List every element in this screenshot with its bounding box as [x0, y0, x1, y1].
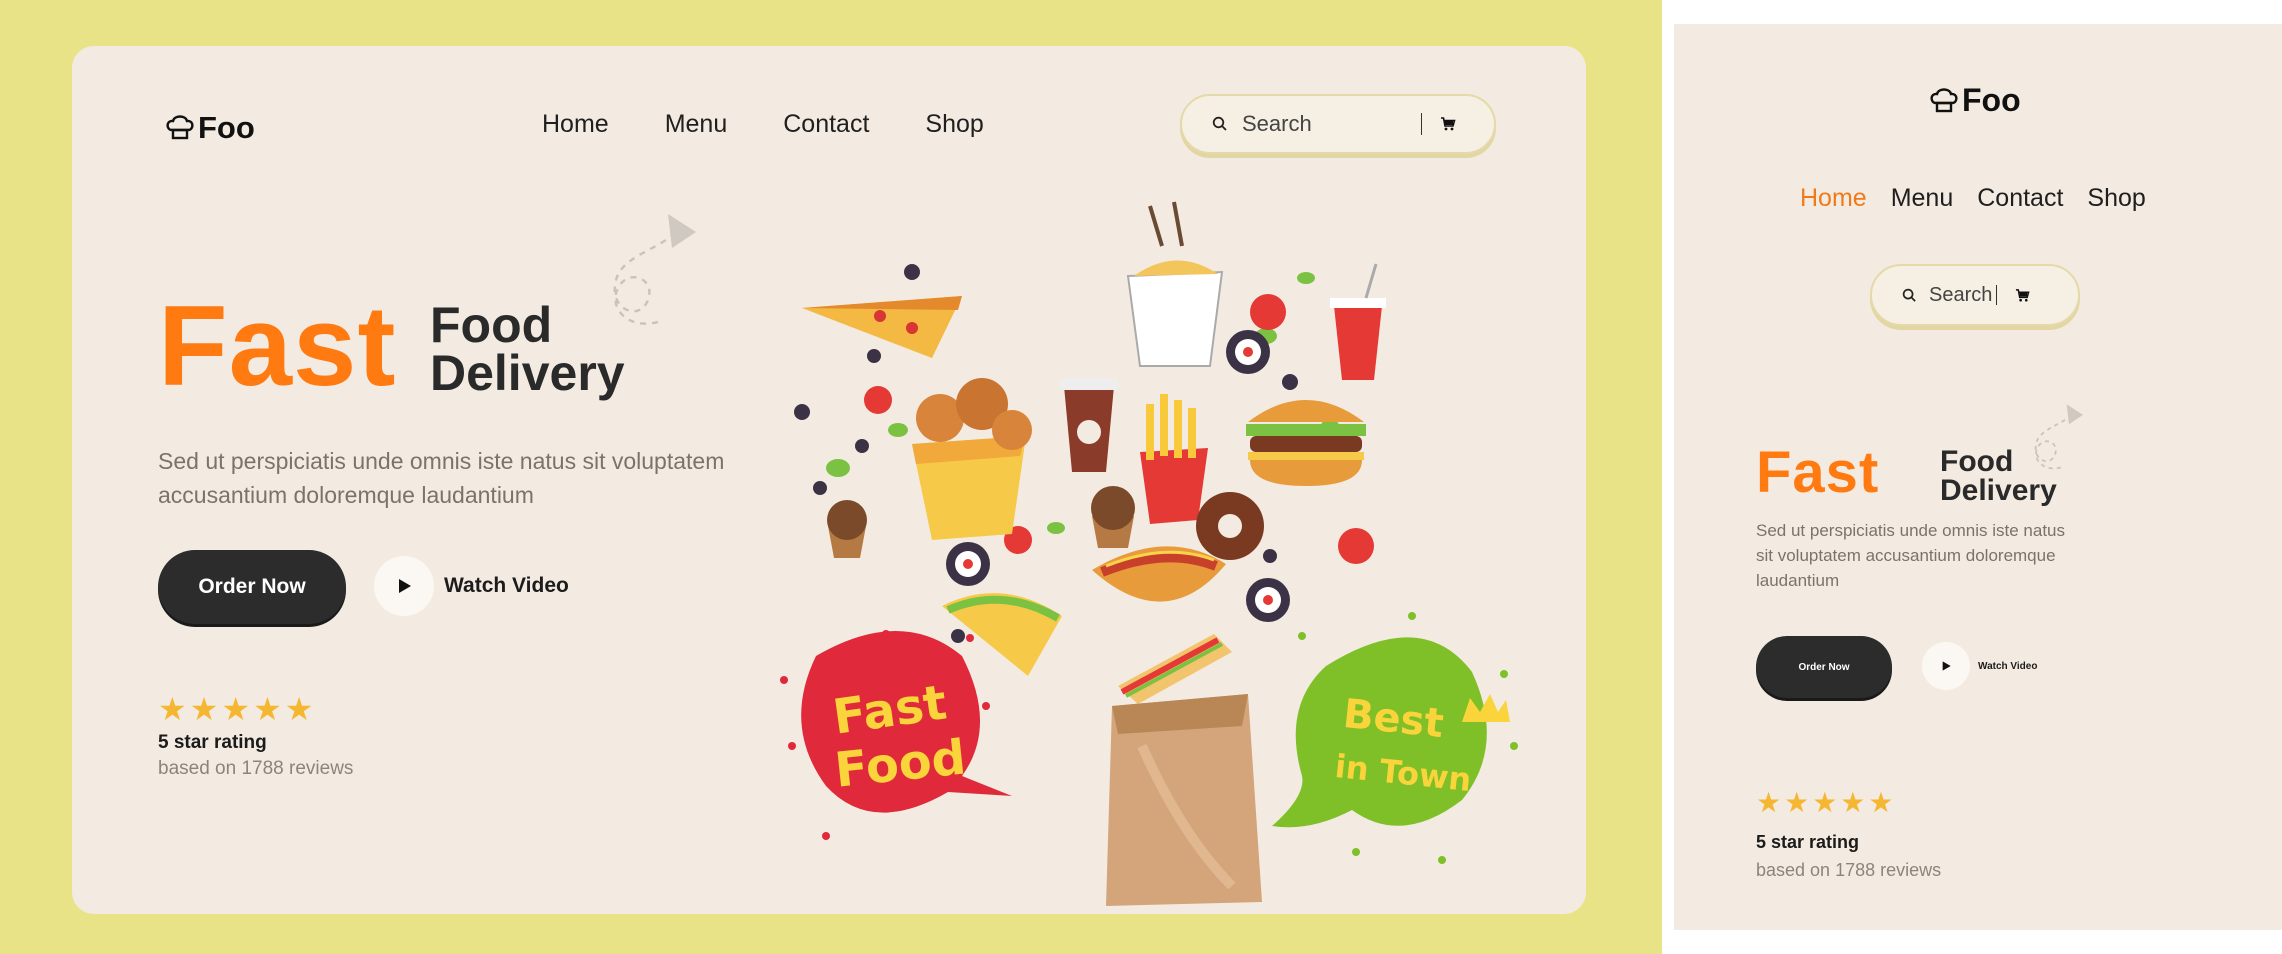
play-button-circle[interactable] — [374, 556, 434, 616]
nav-contact[interactable]: Contact — [783, 110, 869, 139]
mobile-brand-name: Foo — [1962, 82, 2021, 118]
rating-subtitle: based on 1788 reviews — [158, 758, 354, 779]
mobile-watch-video-button[interactable]: Watch Video — [1922, 642, 2037, 690]
mobile-hero-title-food-delivery: Food Delivery — [1940, 445, 2057, 507]
mobile-search-icon — [1902, 288, 1917, 303]
mobile-nav-home[interactable]: Home — [1800, 184, 1867, 213]
mobile-landing-panel: Foo Home Menu Contact Shop Search Fast F… — [1674, 24, 2282, 930]
mobile-nav-menu[interactable]: Menu — [1891, 184, 1954, 213]
mobile-order-now-button[interactable]: Order Now — [1756, 636, 1892, 698]
search-icon — [1212, 116, 1228, 132]
nav-menu[interactable]: Menu — [665, 110, 728, 139]
search-input[interactable]: Search — [1242, 111, 1421, 137]
hero-title-fast: Fast — [158, 283, 397, 410]
desktop-landing-card: Foo Home Menu Contact Shop Search Fast F… — [72, 46, 1586, 914]
play-icon — [399, 579, 411, 593]
chef-hat-icon — [166, 115, 194, 140]
hero-title-delivery: Delivery — [430, 344, 625, 401]
cart-icon[interactable] — [1440, 116, 1456, 132]
watch-video-button[interactable]: Watch Video — [374, 556, 569, 616]
food-illustration: Fast Food Best in Town — [780, 201, 1518, 906]
mobile-brand-logo[interactable]: Foo — [1928, 82, 2021, 119]
hero-description: Sed ut perspiciatis unde omnis iste natu… — [158, 448, 725, 508]
mobile-play-button-circle[interactable] — [1922, 642, 1970, 690]
mobile-chef-hat-icon — [1930, 87, 1958, 112]
search-bar[interactable]: Search — [1180, 94, 1496, 154]
main-nav: Home Menu Contact Shop — [542, 110, 984, 139]
mobile-hero-description: Sed ut perspiciatis unde omnis iste natu… — [1756, 521, 2066, 590]
mobile-play-icon — [1942, 661, 1951, 671]
mobile-search-divider — [1996, 285, 1998, 305]
mobile-star-rating: ★★★★★ — [1756, 787, 1897, 818]
brand-name: Foo — [198, 110, 255, 145]
hero-title-food-delivery: Food Delivery — [430, 297, 625, 401]
mobile-cart-icon[interactable] — [2015, 288, 2030, 303]
mobile-nav: Home Menu Contact Shop — [1800, 184, 2146, 213]
mobile-nav-contact[interactable]: Contact — [1977, 184, 2063, 213]
brand-logo[interactable]: Foo — [164, 110, 255, 146]
mobile-nav-shop[interactable]: Shop — [2087, 184, 2145, 213]
mobile-watch-video-label: Watch Video — [1978, 660, 2038, 672]
rating-title: 5 star rating — [158, 732, 267, 753]
mobile-hero-title-food: Food — [1940, 445, 2014, 478]
mobile-hero-title-delivery: Delivery — [1940, 473, 2057, 507]
mobile-rating-subtitle: based on 1788 reviews — [1756, 860, 1942, 880]
order-now-button[interactable]: Order Now — [158, 550, 346, 624]
mobile-search-bar[interactable]: Search — [1870, 264, 2080, 326]
best-in-town-bubble: Best in Town — [1272, 612, 1518, 864]
watch-video-label: Watch Video — [444, 574, 569, 597]
hero-title-food: Food — [430, 297, 553, 353]
nav-shop[interactable]: Shop — [925, 110, 983, 139]
search-divider — [1421, 113, 1422, 135]
star-rating: ★★★★★ — [158, 691, 317, 727]
nav-home[interactable]: Home — [542, 110, 609, 139]
mobile-hero-title-fast: Fast — [1756, 440, 1880, 505]
mobile-search-input[interactable]: Search — [1929, 284, 1992, 307]
mobile-rating-title: 5 star rating — [1756, 832, 1860, 852]
fast-food-bubble: Fast Food — [780, 630, 1012, 840]
